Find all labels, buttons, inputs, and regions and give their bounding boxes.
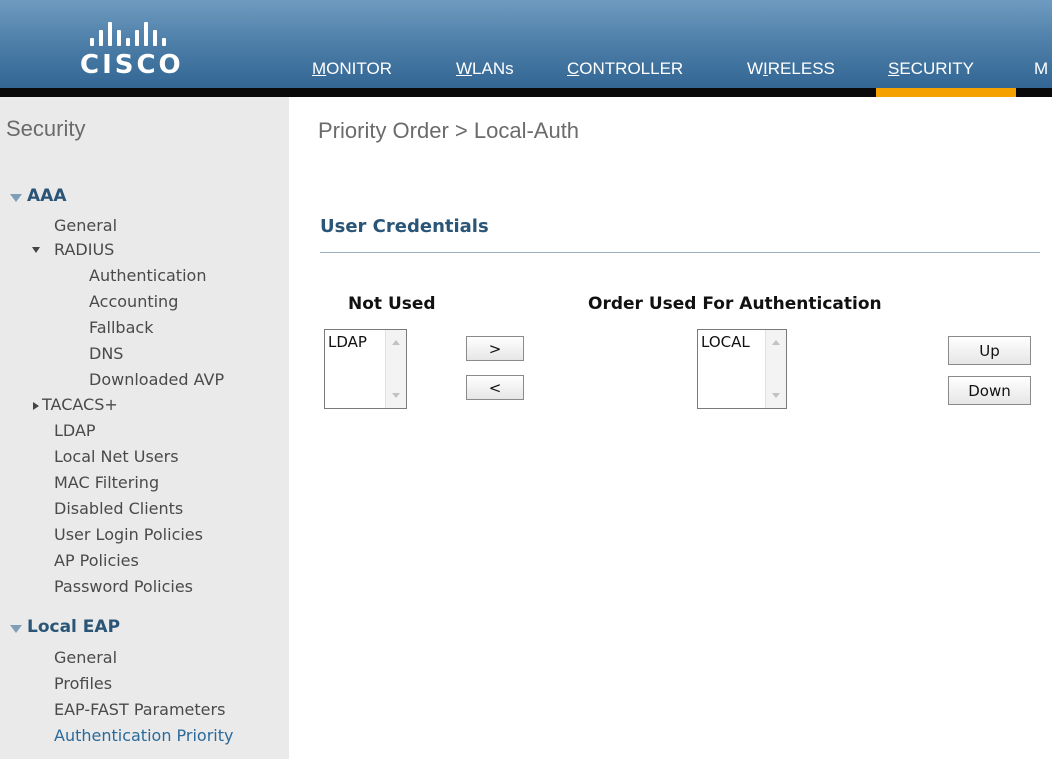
- nav-active-indicator: [876, 88, 1016, 97]
- order-used-listbox[interactable]: LOCAL: [697, 329, 787, 409]
- expand-radius-icon[interactable]: [32, 247, 40, 253]
- nav-security[interactable]: SECURITY: [888, 59, 974, 79]
- sidebar-item-accounting[interactable]: Accounting: [89, 292, 178, 311]
- section-title: User Credentials: [320, 216, 489, 237]
- up-button[interactable]: Up: [948, 336, 1031, 365]
- scroll-down-arrow-icon[interactable]: [392, 393, 400, 398]
- section-divider: [320, 252, 1040, 253]
- page-title: Priority Order > Local-Auth: [318, 118, 580, 143]
- top-banner: CISCO: [0, 0, 1052, 97]
- nav-management-truncated[interactable]: M: [1034, 59, 1048, 79]
- move-right-button[interactable]: >: [466, 336, 524, 361]
- expand-aaa-icon[interactable]: [10, 194, 22, 202]
- cisco-bars-icon: [90, 14, 220, 46]
- scrollbar[interactable]: [765, 330, 786, 408]
- down-button[interactable]: Down: [948, 376, 1031, 405]
- sidebar-item-disabled-clients[interactable]: Disabled Clients: [54, 499, 183, 518]
- nav-wireless[interactable]: WIRELESS: [747, 59, 835, 79]
- cisco-logo: CISCO: [80, 14, 220, 84]
- list-item[interactable]: LOCAL: [701, 333, 750, 351]
- sidebar-item-radius[interactable]: RADIUS: [54, 240, 114, 259]
- scroll-up-arrow-icon[interactable]: [772, 340, 780, 345]
- scroll-up-arrow-icon[interactable]: [392, 340, 400, 345]
- sidebar-item-mac-filtering[interactable]: MAC Filtering: [54, 473, 159, 492]
- sidebar-item-downloaded-avp[interactable]: Downloaded AVP: [89, 370, 224, 389]
- cisco-wordmark: CISCO: [80, 50, 184, 80]
- sidebar-item-eap-general[interactable]: General: [54, 648, 117, 667]
- scrollbar[interactable]: [385, 330, 406, 408]
- sidebar-item-authentication[interactable]: Authentication: [89, 266, 206, 285]
- list-item[interactable]: LDAP: [328, 333, 367, 351]
- sidebar-item-tacacs[interactable]: TACACS+: [42, 395, 118, 414]
- sidebar-item-authentication-priority[interactable]: Authentication Priority: [54, 726, 233, 745]
- sidebar-section-aaa[interactable]: AAA: [27, 186, 66, 206]
- not-used-listbox[interactable]: LDAP: [324, 329, 407, 409]
- sidebar-item-ap-policies[interactable]: AP Policies: [54, 551, 139, 570]
- sidebar-item-eap-fast-parameters[interactable]: EAP-FAST Parameters: [54, 700, 225, 719]
- sidebar-item-local-net-users[interactable]: Local Net Users: [54, 447, 179, 466]
- nav-monitor[interactable]: MONITOR: [312, 59, 392, 79]
- move-left-button[interactable]: <: [466, 375, 524, 400]
- sidebar-item-general[interactable]: General: [54, 216, 117, 235]
- sidebar-item-fallback[interactable]: Fallback: [89, 318, 153, 337]
- sidebar: Security AAA General RADIUS Authenticati…: [0, 97, 289, 759]
- order-used-label: Order Used For Authentication: [588, 294, 882, 314]
- nav-wlans[interactable]: WLANs: [456, 59, 514, 79]
- sidebar-section-local-eap[interactable]: Local EAP: [27, 617, 120, 637]
- sidebar-item-password-policies[interactable]: Password Policies: [54, 577, 193, 596]
- expand-local-eap-icon[interactable]: [10, 625, 22, 633]
- sidebar-title: Security: [6, 116, 86, 141]
- sidebar-item-user-login-policies[interactable]: User Login Policies: [54, 525, 203, 544]
- scroll-down-arrow-icon[interactable]: [772, 393, 780, 398]
- sidebar-item-ldap[interactable]: LDAP: [54, 421, 96, 440]
- sidebar-item-dns[interactable]: DNS: [89, 344, 123, 363]
- nav-controller[interactable]: CONTROLLER: [567, 59, 683, 79]
- not-used-label: Not Used: [348, 294, 436, 314]
- expand-tacacs-icon[interactable]: [33, 402, 39, 410]
- sidebar-item-profiles[interactable]: Profiles: [54, 674, 112, 693]
